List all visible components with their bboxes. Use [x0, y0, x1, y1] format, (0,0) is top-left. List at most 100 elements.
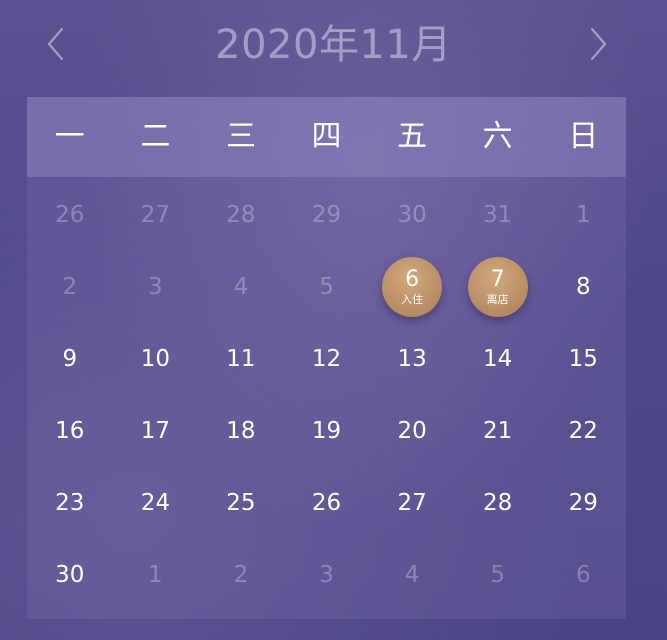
date-cell-outside-month[interactable]: 1 — [540, 179, 626, 251]
date-cell[interactable]: 21 — [455, 395, 541, 467]
date-cell[interactable]: 12 — [284, 323, 370, 395]
date-number: 2 — [233, 562, 249, 588]
date-number: 10 — [140, 346, 170, 372]
date-cell-selected[interactable]: 6 入住 — [369, 251, 455, 323]
date-number: 8 — [575, 274, 591, 300]
date-cell[interactable]: 23 — [27, 467, 113, 539]
weekday-label: 三 — [225, 119, 256, 154]
date-number: 26 — [55, 202, 85, 228]
date-cell[interactable]: 28 — [455, 467, 541, 539]
date-number: 11 — [226, 346, 256, 372]
date-number: 19 — [311, 418, 342, 444]
date-number: 4 — [233, 274, 249, 300]
date-number: 4 — [404, 562, 420, 588]
date-number: 18 — [226, 418, 256, 444]
date-number: 30 — [55, 562, 85, 588]
date-cell-outside-month[interactable]: 26 — [27, 179, 113, 251]
date-sub-label: 入住 — [401, 293, 424, 306]
week-row: 2 3 4 5 6 入住 7 离店 8 — [27, 251, 626, 323]
calendar-panel: 一 二 三 四 五 六 日 26 27 28 29 30 31 1 2 3 4 5 6 入住 7 离店 8 9 1… — [27, 97, 626, 619]
date-cell[interactable]: 25 — [198, 467, 284, 539]
date-cell[interactable]: 26 — [284, 467, 370, 539]
weekday-label: 五 — [397, 119, 428, 154]
date-cell-outside-month[interactable]: 29 — [284, 179, 370, 251]
date-cell[interactable]: 11 — [198, 323, 284, 395]
date-number: 23 — [55, 490, 85, 516]
date-cell-outside-month[interactable]: 2 — [27, 251, 113, 323]
date-cell-outside-month[interactable]: 1 — [113, 539, 199, 611]
date-cell-selected[interactable]: 7 离店 — [455, 251, 541, 323]
date-cell[interactable]: 18 — [198, 395, 284, 467]
weekday-label: 二 — [140, 119, 171, 154]
date-cell[interactable]: 22 — [540, 395, 626, 467]
date-cell[interactable]: 15 — [540, 323, 626, 395]
date-number: 16 — [55, 418, 85, 444]
date-number: 14 — [483, 346, 513, 372]
date-cell[interactable]: 10 — [113, 323, 199, 395]
date-cell[interactable]: 14 — [455, 323, 541, 395]
date-number: 28 — [483, 490, 513, 516]
date-number: 28 — [226, 202, 256, 228]
date-number: 24 — [140, 490, 170, 516]
date-number: 27 — [397, 490, 427, 516]
date-number: 1 — [148, 562, 163, 588]
date-number: 21 — [483, 418, 513, 444]
date-cell[interactable]: 9 — [27, 323, 113, 395]
date-cell-outside-month[interactable]: 6 — [540, 539, 626, 611]
selected-date-marker: 6 入住 — [382, 257, 443, 317]
date-number: 5 — [319, 274, 334, 300]
date-number: 17 — [140, 418, 170, 444]
date-cell[interactable]: 8 — [540, 251, 626, 323]
date-cell-outside-month[interactable]: 4 — [198, 251, 284, 323]
date-number: 22 — [568, 418, 598, 444]
date-number: 29 — [311, 202, 342, 228]
date-number: 2 — [62, 274, 78, 300]
date-number: 29 — [568, 490, 598, 516]
week-row: 16 17 18 19 20 21 22 — [27, 395, 626, 467]
date-number: 3 — [148, 274, 163, 300]
date-cell[interactable]: 20 — [369, 395, 455, 467]
date-number: 31 — [483, 202, 513, 228]
date-cell-outside-month[interactable]: 31 — [455, 179, 541, 251]
date-cell-outside-month[interactable]: 28 — [198, 179, 284, 251]
date-number: 3 — [319, 562, 334, 588]
date-cell[interactable]: 19 — [284, 395, 370, 467]
date-number: 26 — [311, 490, 342, 516]
month-title: 2020年11月 — [215, 22, 452, 68]
calendar-header: 2020年11月 — [0, 0, 667, 92]
date-number: 13 — [397, 346, 427, 372]
date-sub-label: 离店 — [486, 293, 509, 306]
date-number: 27 — [140, 202, 170, 228]
date-number: 9 — [62, 346, 78, 372]
date-number: 6 — [405, 267, 420, 292]
date-cell-outside-month[interactable]: 27 — [113, 179, 199, 251]
date-number: 6 — [575, 562, 591, 588]
date-cell-outside-month[interactable]: 5 — [284, 251, 370, 323]
date-cell[interactable]: 30 — [27, 539, 113, 611]
date-cell-outside-month[interactable]: 30 — [369, 179, 455, 251]
date-number: 20 — [397, 418, 427, 444]
week-row: 26 27 28 29 30 31 1 — [27, 179, 626, 251]
date-cell-outside-month[interactable]: 5 — [455, 539, 541, 611]
date-cell[interactable]: 17 — [113, 395, 199, 467]
date-number: 30 — [397, 202, 427, 228]
date-cell[interactable]: 13 — [369, 323, 455, 395]
weekday-label: 四 — [311, 119, 342, 154]
date-number: 1 — [575, 202, 591, 228]
date-cell-outside-month[interactable]: 4 — [369, 539, 455, 611]
week-row: 23 24 25 26 27 28 29 — [27, 467, 626, 539]
date-cell-outside-month[interactable]: 3 — [284, 539, 370, 611]
weekday-label: 六 — [482, 119, 513, 154]
date-grid: 26 27 28 29 30 31 1 2 3 4 5 6 入住 7 离店 8 9 10 11 12 13 14 15 16 1… — [27, 179, 626, 611]
date-number: 12 — [311, 346, 342, 372]
date-number: 15 — [568, 346, 598, 372]
next-month-button[interactable] — [578, 14, 618, 74]
date-cell[interactable]: 27 — [369, 467, 455, 539]
weekday-header-row: 一 二 三 四 五 六 日 — [27, 97, 626, 177]
date-cell[interactable]: 24 — [113, 467, 199, 539]
date-cell[interactable]: 16 — [27, 395, 113, 467]
date-number: 7 — [490, 267, 505, 292]
date-cell-outside-month[interactable]: 2 — [198, 539, 284, 611]
date-cell-outside-month[interactable]: 3 — [113, 251, 199, 323]
date-cell[interactable]: 29 — [540, 467, 626, 539]
